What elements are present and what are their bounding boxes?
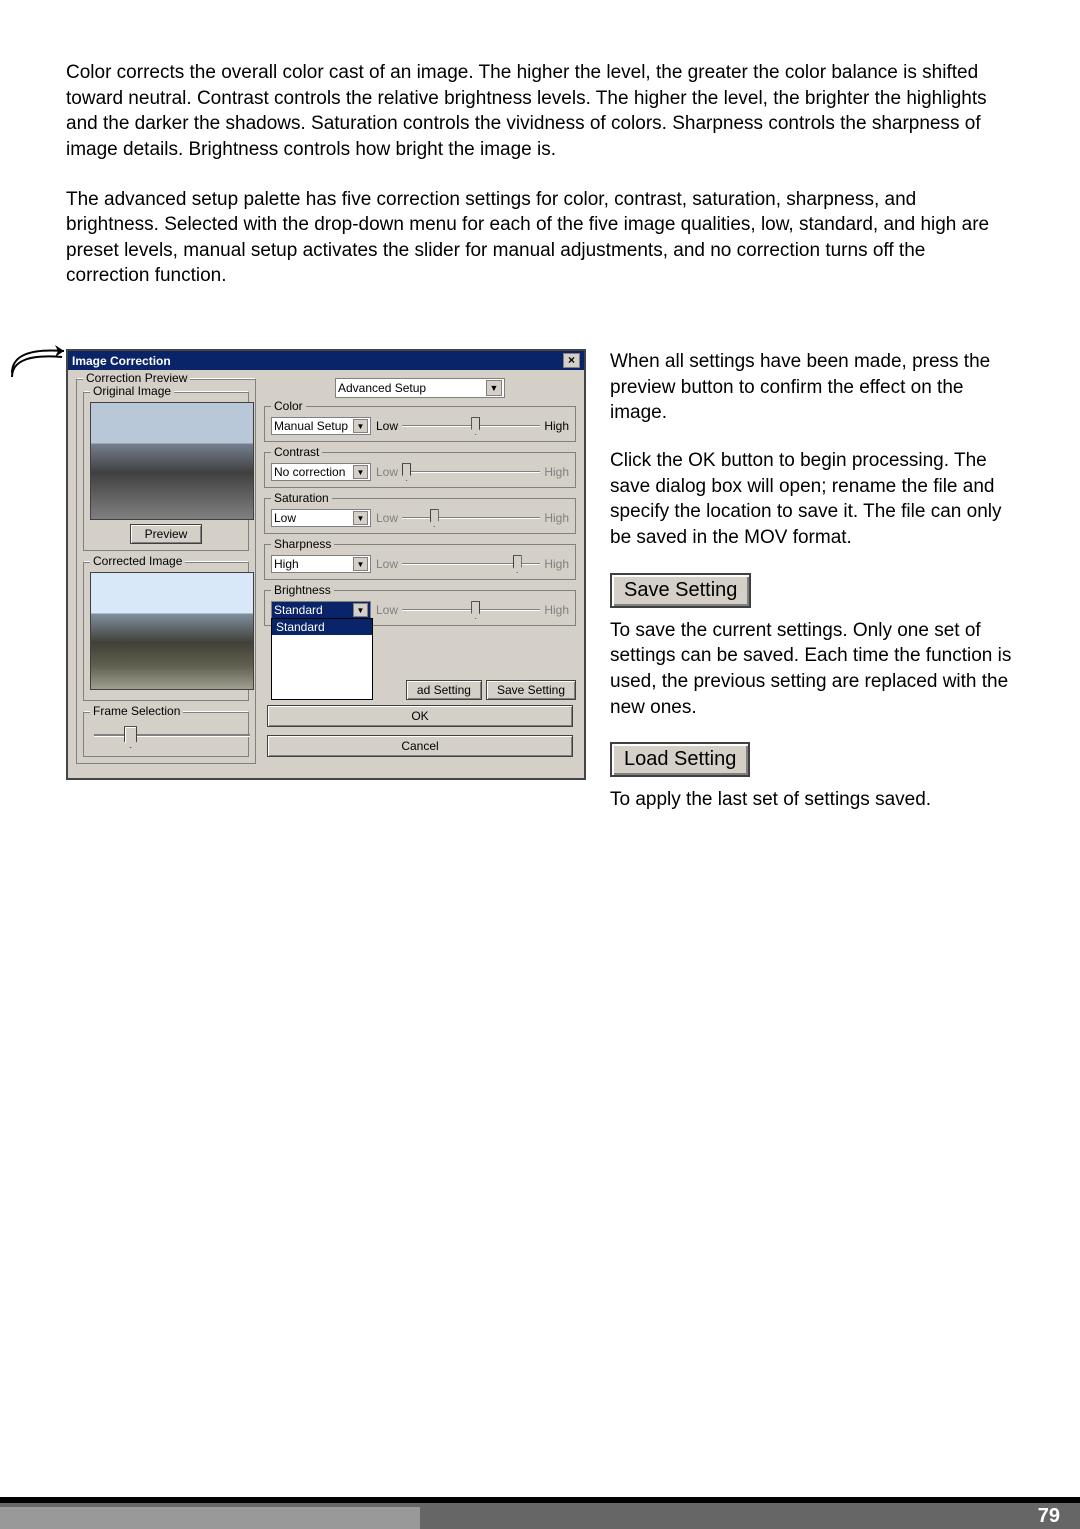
slider-low-label: Low [376, 419, 398, 433]
save-setting-sample-button[interactable]: Save Setting [610, 573, 751, 608]
saturation-slider: Low High [376, 511, 569, 525]
contrast-select-value: No correction [274, 465, 345, 479]
close-icon[interactable]: × [563, 353, 580, 368]
frame-selection-group: Frame Selection [83, 711, 249, 757]
slider-low-label: Low [376, 557, 398, 571]
brightness-select[interactable]: Standard ▼ Standard No correction Low Hi… [271, 601, 371, 619]
saturation-select-value: Low [274, 511, 296, 525]
pointer-arrow-icon [10, 339, 90, 379]
save-setting-button[interactable]: Save Setting [486, 680, 576, 700]
chevron-down-icon[interactable]: ▼ [353, 557, 368, 571]
brightness-slider: Low High [376, 603, 569, 617]
right-paragraph-1: When all settings have been made, press … [610, 349, 1014, 426]
chevron-down-icon[interactable]: ▼ [353, 465, 368, 479]
sharpness-select[interactable]: High ▼ [271, 555, 371, 573]
corrected-image-group: Corrected Image [83, 561, 249, 701]
slider-high-label: High [544, 603, 569, 617]
brightness-group: Brightness Standard ▼ Standard No correc… [264, 590, 576, 626]
color-slider-thumb[interactable] [471, 417, 480, 435]
corrected-image-thumbnail [90, 572, 254, 690]
slider-high-label: High [544, 557, 569, 571]
contrast-group: Contrast No correction ▼ Low High [264, 452, 576, 488]
saturation-slider-thumb [430, 509, 439, 527]
dropdown-option[interactable]: High [272, 667, 372, 683]
chevron-down-icon[interactable]: ▼ [353, 419, 368, 433]
chevron-down-icon[interactable]: ▼ [486, 380, 502, 396]
sharpness-select-value: High [274, 557, 299, 571]
ok-button[interactable]: OK [267, 705, 573, 727]
chevron-down-icon[interactable]: ▼ [353, 603, 368, 617]
sharpness-group: Sharpness High ▼ Low High [264, 544, 576, 580]
color-slider[interactable]: Low High [376, 419, 569, 433]
dialog-titlebar[interactable]: Image Correction × [68, 351, 584, 370]
cancel-button[interactable]: Cancel [267, 735, 573, 757]
slider-high-label: High [544, 465, 569, 479]
brightness-select-value: Standard [274, 603, 323, 617]
saturation-legend: Saturation [271, 491, 332, 505]
frame-slider[interactable] [90, 724, 254, 750]
contrast-select[interactable]: No correction ▼ [271, 463, 371, 481]
dropdown-option[interactable]: Manual Setup [272, 683, 372, 699]
correction-preview-legend: Correction Preview [83, 371, 190, 385]
slider-low-label: Low [376, 511, 398, 525]
slider-high-label: High [544, 419, 569, 433]
slider-low-label: Low [376, 603, 398, 617]
image-correction-dialog: Image Correction × Correction Preview Or… [66, 349, 586, 780]
dropdown-option[interactable]: Standard [272, 619, 372, 635]
original-image-thumbnail [90, 402, 254, 520]
original-image-legend: Original Image [90, 384, 174, 398]
body-paragraph-2: The advanced setup palette has five corr… [66, 187, 1014, 290]
sharpness-legend: Sharpness [271, 537, 334, 551]
load-setting-sample-button[interactable]: Load Setting [610, 742, 750, 777]
slider-high-label: High [544, 511, 569, 525]
contrast-slider: Low High [376, 465, 569, 479]
setup-mode-value: Advanced Setup [338, 381, 426, 395]
correction-preview-group: Correction Preview Original Image Previe… [76, 378, 256, 764]
footer-stub [0, 1507, 420, 1529]
color-group: Color Manual Setup ▼ Low High [264, 406, 576, 442]
saturation-group: Saturation Low ▼ Low High [264, 498, 576, 534]
sharpness-slider: Low High [376, 557, 569, 571]
preview-button[interactable]: Preview [130, 524, 203, 544]
dropdown-option[interactable]: No correction [272, 635, 372, 651]
contrast-slider-thumb [402, 463, 411, 481]
color-select[interactable]: Manual Setup ▼ [271, 417, 371, 435]
frame-slider-thumb[interactable] [124, 726, 137, 748]
color-select-value: Manual Setup [274, 419, 348, 433]
saturation-select[interactable]: Low ▼ [271, 509, 371, 527]
load-setting-button[interactable]: ad Setting [406, 680, 482, 700]
sharpness-slider-thumb [513, 555, 522, 573]
brightness-legend: Brightness [271, 583, 334, 597]
color-legend: Color [271, 399, 306, 413]
original-image-group: Original Image Preview [83, 391, 249, 551]
page-number: 79 [1038, 1505, 1060, 1528]
slider-low-label: Low [376, 465, 398, 479]
right-paragraph-2: Click the OK button to begin processing.… [610, 448, 1014, 551]
right-paragraph-3: To save the current settings. Only one s… [610, 618, 1014, 721]
setup-mode-select[interactable]: Advanced Setup ▼ [335, 378, 505, 398]
brightness-dropdown-list[interactable]: Standard No correction Low High Manual S… [271, 618, 373, 700]
frame-selection-legend: Frame Selection [90, 704, 183, 718]
right-paragraph-4: To apply the last set of settings saved. [610, 787, 1014, 813]
chevron-down-icon[interactable]: ▼ [353, 511, 368, 525]
corrected-image-legend: Corrected Image [90, 554, 185, 568]
dropdown-option[interactable]: Low [272, 651, 372, 667]
page-footer: 79 [0, 1497, 1080, 1529]
brightness-slider-thumb [471, 601, 480, 619]
body-paragraph-1: Color corrects the overall color cast of… [66, 60, 1014, 163]
contrast-legend: Contrast [271, 445, 322, 459]
